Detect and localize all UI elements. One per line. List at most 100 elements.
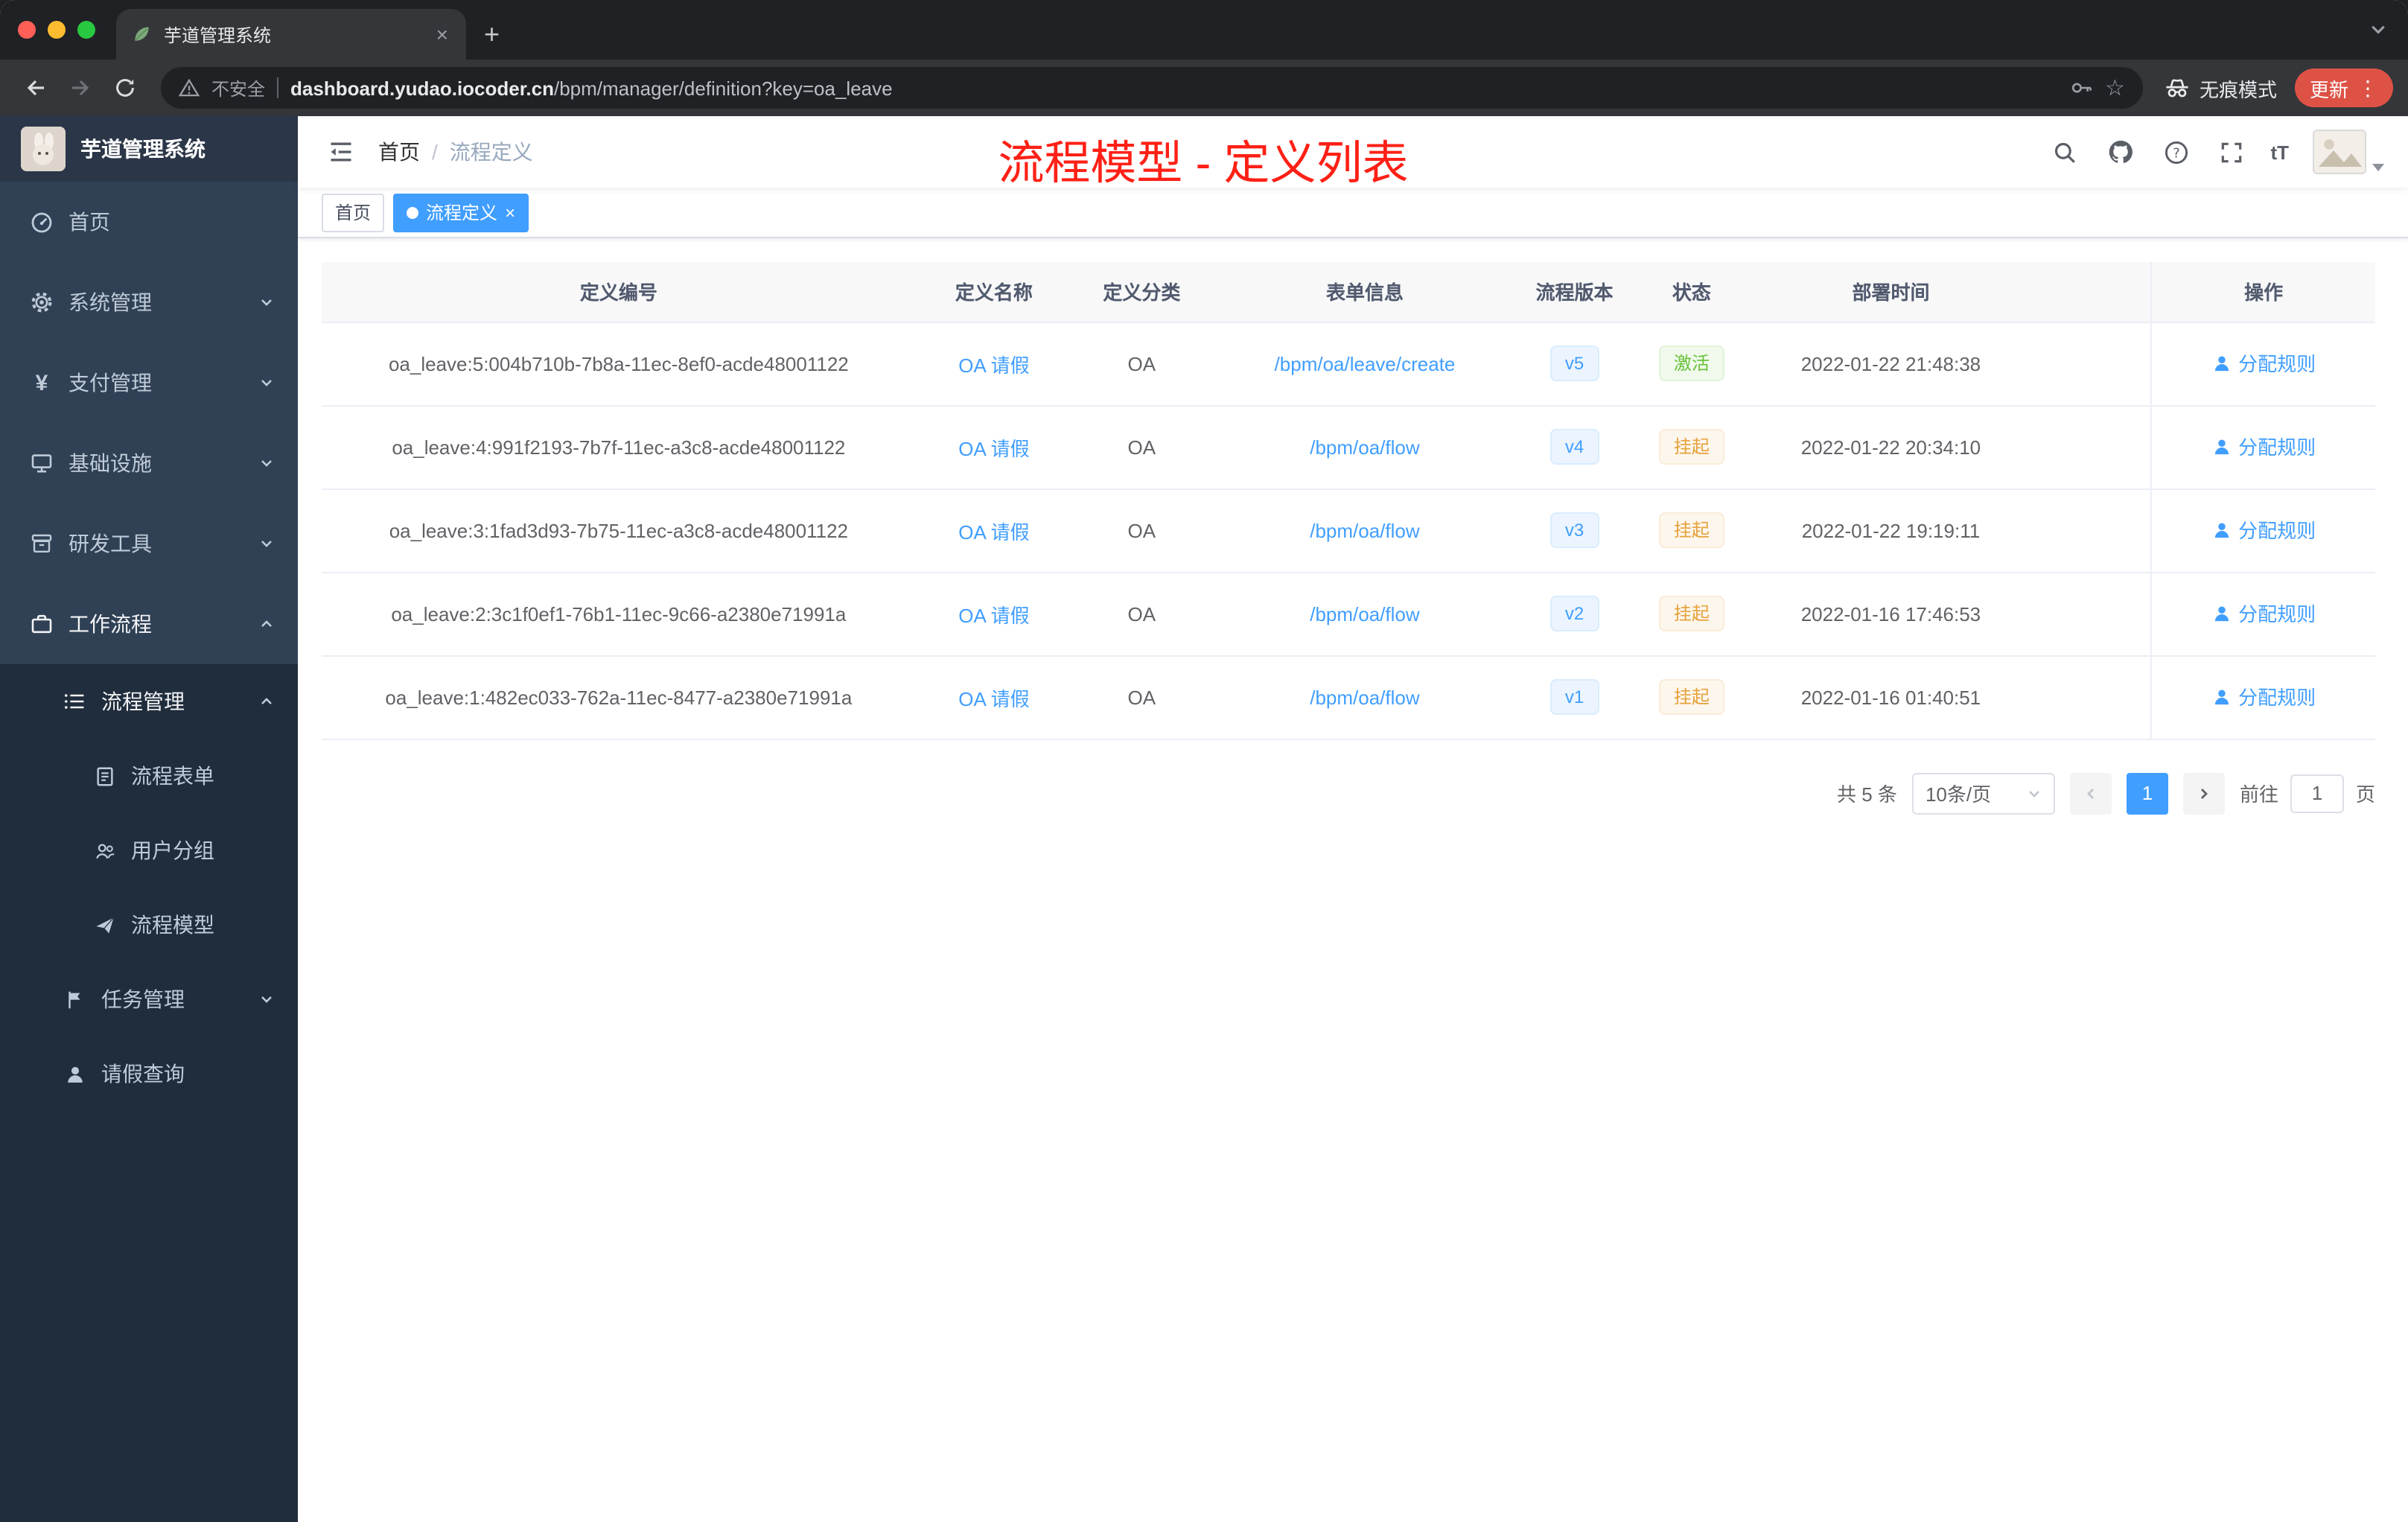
sidebar-item-process-management[interactable]: 流程管理 (0, 664, 298, 739)
goto-page-input[interactable] (2290, 774, 2344, 812)
sidebar-item-label: 系统管理 (69, 290, 152, 314)
active-dot (407, 206, 419, 218)
minimize-window-button[interactable] (48, 21, 66, 39)
assign-rule-link[interactable]: 分配规则 (2211, 516, 2316, 544)
form-link[interactable]: /bpm/oa/flow (1310, 436, 1419, 458)
password-key-icon[interactable] (2069, 76, 2093, 100)
tag-home[interactable]: 首页 (322, 193, 385, 232)
tag-close-icon[interactable]: × (505, 203, 515, 221)
new-tab-button[interactable]: + (466, 9, 517, 60)
definition-id: oa_leave:4:991f2193-7b7f-11ec-a3c8-acde4… (392, 436, 846, 458)
chevron-down-icon (259, 375, 274, 390)
status-badge: 挂起 (1658, 429, 1724, 465)
col-header-name: 定义名称 (915, 262, 1073, 322)
definition-name-link[interactable]: OA 请假 (958, 437, 1029, 459)
assign-rule-link[interactable]: 分配规则 (2211, 683, 2316, 711)
page-size-select[interactable]: 10条/页 (1911, 772, 2055, 814)
update-menu-button[interactable]: 更新 ⋮ (2294, 69, 2393, 107)
browser-tabstrip: 芋道管理系统 × + (0, 0, 2408, 60)
sidebar-item-leave-query[interactable]: 请假查询 (0, 1037, 298, 1111)
security-label[interactable]: 不安全 (211, 75, 265, 101)
form-link[interactable]: /bpm/oa/flow (1310, 602, 1419, 625)
sidebar-item-workflow[interactable]: 工作流程 (0, 584, 298, 664)
next-page-button[interactable] (2182, 772, 2225, 814)
sidebar-item-process-model[interactable]: 流程模型 (0, 888, 298, 962)
back-button[interactable] (15, 67, 57, 109)
github-icon[interactable] (2103, 136, 2136, 168)
sidebar-item-label: 用户分组 (131, 838, 214, 862)
assign-rule-link[interactable]: 分配规则 (2211, 349, 2316, 378)
chevron-down-icon (259, 456, 274, 471)
sidebar-item-process-form[interactable]: 流程表单 (0, 739, 298, 813)
table-row: oa_leave:4:991f2193-7b7f-11ec-a3c8-acde4… (322, 405, 2375, 489)
chevron-up-icon (259, 617, 274, 631)
breadcrumb-home[interactable]: 首页 (378, 137, 420, 167)
yen-icon: ¥ (35, 370, 48, 395)
user-menu[interactable] (2313, 130, 2384, 174)
version-badge: v3 (1549, 512, 1599, 548)
definition-name-link[interactable]: OA 请假 (958, 604, 1029, 626)
gear-icon (30, 290, 54, 314)
assign-rule-link[interactable]: 分配规则 (2211, 599, 2316, 628)
assign-rule-link[interactable]: 分配规则 (2211, 433, 2316, 461)
tab-close-icon[interactable]: × (433, 21, 451, 48)
col-header-status: 状态 (1630, 262, 1754, 322)
update-label: 更新 (2309, 78, 2348, 101)
definition-id: oa_leave:3:1fad3d93-7b75-11ec-a3c8-acde4… (389, 519, 849, 541)
help-icon[interactable]: ? (2160, 136, 2191, 168)
workflow-icon (30, 612, 54, 636)
definition-category: OA (1127, 602, 1156, 625)
sidebar-toggle-icon[interactable] (322, 133, 360, 171)
sidebar-item-devtools[interactable]: 研发工具 (0, 503, 298, 584)
sidebar-item-payment[interactable]: ¥ 支付管理 (0, 343, 298, 423)
sidebar-menu: 首页 系统管理 ¥ 支付管理 基础设施 研发工具 工作流程 流程管理 流程表单 … (0, 182, 298, 1522)
sidebar-item-infrastructure[interactable]: 基础设施 (0, 423, 298, 503)
definition-name-link[interactable]: OA 请假 (958, 687, 1029, 710)
page-number-button[interactable]: 1 (2126, 772, 2168, 814)
toolbox-icon (30, 532, 54, 555)
address-bar[interactable]: 不安全 dashboard.yudao.iocoder.cn/bpm/manag… (161, 67, 2143, 109)
definition-name-link[interactable]: OA 请假 (958, 520, 1029, 543)
fullscreen-icon[interactable] (2215, 136, 2246, 168)
table-row: oa_leave:2:3c1f0ef1-76b1-11ec-9c66-a2380… (322, 572, 2375, 656)
tag-process-definition[interactable]: 流程定义 × (393, 193, 529, 232)
sidebar-item-label: 请假查询 (101, 1062, 185, 1086)
user-group-icon (92, 838, 116, 862)
reload-button[interactable] (104, 67, 146, 109)
url-path: /bpm/manager/definition?key=oa_leave (554, 77, 893, 99)
bookmark-star-icon[interactable]: ☆ (2105, 77, 2125, 99)
avatar (2313, 130, 2366, 174)
version-badge: v1 (1549, 679, 1599, 715)
url-text[interactable]: dashboard.yudao.iocoder.cn/bpm/manager/d… (290, 77, 2057, 99)
zoom-window-button[interactable] (77, 21, 95, 39)
sidebar-item-label: 首页 (69, 210, 110, 234)
chevron-left-icon (2086, 788, 2094, 798)
page-content: 定义编号 定义名称 定义分类 表单信息 流程版本 状态 部署时间 操作 oa_l… (298, 238, 2408, 814)
logo-avatar (21, 127, 66, 171)
definition-category: OA (1127, 352, 1156, 375)
font-size-icon[interactable]: tT (2270, 141, 2289, 163)
sidebar-logo[interactable]: 芋道管理系统 (0, 116, 298, 182)
sidebar-item-home[interactable]: 首页 (0, 182, 298, 262)
browser-tab[interactable]: 芋道管理系统 × (116, 9, 466, 60)
prev-page-button[interactable] (2069, 772, 2112, 814)
deploy-time: 2022-01-22 19:19:11 (1801, 519, 1981, 541)
sidebar: 芋道管理系统 首页 系统管理 ¥ 支付管理 基础设施 研发工具 工作流程 流程管… (0, 116, 298, 1522)
sidebar-item-task-management[interactable]: 任务管理 (0, 962, 298, 1037)
definition-name-link[interactable]: OA 请假 (958, 354, 1029, 376)
sidebar-item-user-group[interactable]: 用户分组 (0, 813, 298, 888)
form-link[interactable]: /bpm/oa/flow (1310, 686, 1419, 708)
annotation-text: 流程模型 - 定义列表 (998, 137, 1409, 189)
forward-button[interactable] (60, 67, 101, 109)
form-link[interactable]: /bpm/oa/leave/create (1275, 352, 1456, 375)
definition-id: oa_leave:2:3c1f0ef1-76b1-11ec-9c66-a2380… (391, 602, 847, 625)
search-icon[interactable] (2048, 136, 2080, 168)
close-window-button[interactable] (18, 21, 36, 39)
form-link[interactable]: /bpm/oa/flow (1310, 519, 1419, 541)
version-badge: v5 (1549, 346, 1599, 381)
definition-id: oa_leave:1:482ec033-762a-11ec-8477-a2380… (385, 686, 853, 708)
infrastructure-icon (30, 451, 54, 475)
tab-search-icon[interactable] (2369, 0, 2387, 60)
col-header-id: 定义编号 (322, 262, 916, 322)
sidebar-item-system[interactable]: 系统管理 (0, 262, 298, 343)
